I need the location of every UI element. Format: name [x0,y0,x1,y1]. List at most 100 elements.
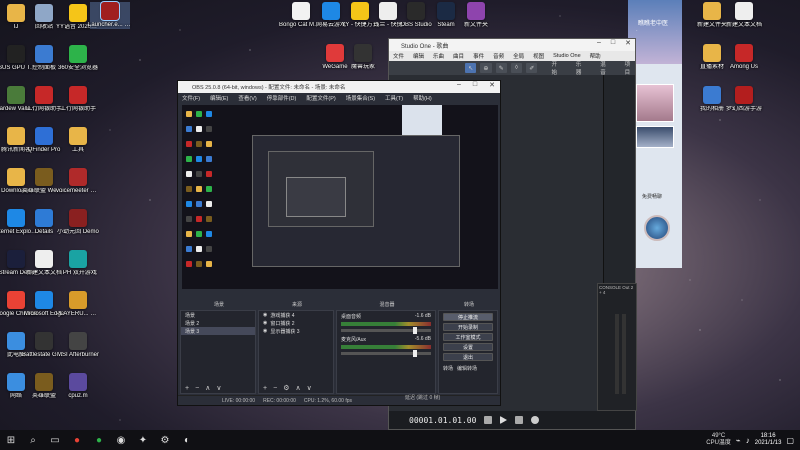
down-icon[interactable]: ∨ [216,384,221,392]
maximize-icon[interactable]: □ [473,81,477,89]
stop-icon[interactable] [515,416,524,424]
eye-icon[interactable]: ◉ [263,320,267,326]
source-item[interactable]: ◉ 游戏捕获 4 [259,311,333,319]
menu-item[interactable]: 全局 [513,52,524,60]
arrow-tool-icon[interactable]: ↖ [465,63,477,73]
gear-icon[interactable]: ⚙ [283,384,289,392]
chrome-icon[interactable]: ● [66,430,88,450]
task-view-icon[interactable]: ▭ [44,430,66,450]
menu-item[interactable]: 查看(V) [238,94,256,102]
down-icon[interactable]: ∨ [307,384,312,392]
menu-item[interactable]: 帮助(H) [413,94,432,102]
desktop-shortcut-label: 新建文本文档 [725,22,762,28]
menu-item[interactable]: 编辑 [413,52,424,60]
menu-item[interactable]: 乐曲 [433,52,444,60]
eye-icon[interactable]: ◉ [263,312,267,318]
scene-item[interactable]: 场景 2 [181,319,255,327]
obs-window[interactable]: OBS 25.0.8 (64-bit, windows) - 配置文件: 未命名… [177,80,501,406]
menu-item[interactable]: 编辑(E) [210,94,228,102]
windows-start-icon[interactable]: ⊞ [0,430,22,450]
menu-item[interactable]: 配置文件(P) [306,94,335,102]
volume-icon[interactable]: ♪ [746,436,750,445]
globe-icon[interactable] [644,215,670,241]
app-icon[interactable]: ✦ [132,430,154,450]
desktop-shortcut[interactable]: voicemeeter 快捷方式 [56,168,100,195]
stop-stream-button[interactable]: 停止推流 [443,313,493,321]
clock[interactable]: 18:16 2021/1/13 [755,433,782,447]
desktop-shortcut[interactable]: Launcher.e... mexe - 快捷方式 [88,1,132,29]
desktop-shortcut[interactable]: 新建文本文档 [724,2,764,29]
menu-item[interactable]: 文件(F) [182,94,200,102]
up-icon[interactable]: ∧ [205,384,210,392]
desktop-shortcut[interactable]: 工行网银助手 [58,86,98,113]
desktop-shortcut[interactable]: 360安全浏览器 [58,45,98,72]
add-icon[interactable]: + [185,385,189,392]
desktop-shortcut[interactable]: PLAYERU... BATTLEGR... [56,291,100,318]
menu-item[interactable]: 停靠部件(D) [267,94,297,102]
network-icon[interactable]: ⌁ [736,436,741,445]
menu-item[interactable]: 事件 [473,52,484,60]
menu-item[interactable]: 文件 [393,52,404,60]
desktop-shortcut[interactable]: 小幼元回 Demo [57,209,99,236]
transport-time: 00001.01.01.00 [409,415,477,425]
desktop-shortcut[interactable]: MSI Afterburner [57,332,99,359]
menu-item[interactable]: 工具(T) [385,94,403,102]
menu-item[interactable]: 音频 [493,52,504,60]
settings-button[interactable]: 设置 [443,343,493,351]
network-icon [7,373,25,391]
menu-item[interactable]: 帮助 [590,52,601,60]
up-icon[interactable]: ∧ [295,384,300,392]
source-item[interactable]: ◉ 窗口捕获 2 [259,319,333,327]
play-icon[interactable] [500,416,508,424]
desktop-shortcut[interactable]: 新文件夹 [456,2,496,29]
volume-slider[interactable] [341,327,431,334]
toolbar-mix[interactable]: 混音 [600,60,610,76]
loop-icon[interactable] [484,416,493,424]
steam-icon[interactable]: ◐ [176,430,198,450]
close-icon[interactable]: ✕ [489,81,495,89]
chat-panel[interactable]: 瞧瞧老中医 · 免费畅聊 [628,0,682,268]
remove-icon[interactable]: − [273,385,277,392]
minimize-icon[interactable]: – [457,81,461,89]
menu-item[interactable]: Studio One [553,53,581,59]
paint-tool-icon[interactable]: ✐ [526,63,538,73]
scene-item[interactable]: 场景 3 [181,327,255,335]
add-icon[interactable]: + [263,385,267,392]
split-tool-icon[interactable]: ✎ [495,63,507,73]
notification-icon[interactable]: ▢ [786,436,794,445]
studio-mode-button[interactable]: 工作室模式 [443,333,493,341]
minimize-icon[interactable]: – [597,39,601,47]
edit-transition-tab[interactable]: 编辑转场 [457,365,477,372]
wechat-icon[interactable]: ● [88,430,110,450]
desktop-shortcut[interactable]: 工具 [58,127,98,154]
toolbar-start[interactable]: 开始 [551,60,561,76]
toolbar-instrument[interactable]: 乐器 [576,60,586,76]
qq-icon[interactable]: ⚙ [154,430,176,450]
console-channel[interactable]: CONSOLE Out 2 + 4 [597,283,637,411]
desktop-shortcut[interactable]: cpuz.m [58,373,98,400]
start-record-button[interactable]: 开始录制 [443,323,493,331]
menu-item[interactable]: 场景集合(S) [346,94,375,102]
scene-item[interactable]: 场景 [181,311,255,319]
obs-preview[interactable] [182,105,498,289]
obs-icon[interactable]: ◉ [110,430,132,450]
maximize-icon[interactable]: □ [611,39,615,47]
search-icon[interactable]: ⌕ [22,430,44,450]
record-icon[interactable] [531,416,540,424]
source-item[interactable]: ◉ 显示器捕获 3 [259,327,333,335]
desktop-shortcut[interactable]: 梦幻西游手游 [724,86,764,113]
remove-icon[interactable]: − [195,385,199,392]
range-tool-icon[interactable]: ⊕ [480,63,492,73]
volume-slider[interactable] [341,350,431,357]
eraser-tool-icon[interactable]: ◊ [510,63,523,73]
toolbar-project[interactable]: 项目 [625,60,635,76]
transition-tab[interactable]: 转场 [443,365,453,372]
menu-item[interactable]: 视图 [533,52,544,60]
eye-icon[interactable]: ◉ [263,328,267,334]
exit-button[interactable]: 退出 [443,353,493,361]
desktop-shortcut[interactable]: TPH 双开游戏 [58,250,98,277]
desktop-shortcut[interactable]: 魔兽玩家 [343,44,383,71]
close-icon[interactable]: ✕ [625,39,631,47]
menu-item[interactable]: 曲目 [453,52,464,60]
desktop-shortcut[interactable]: Among Us [724,44,764,71]
